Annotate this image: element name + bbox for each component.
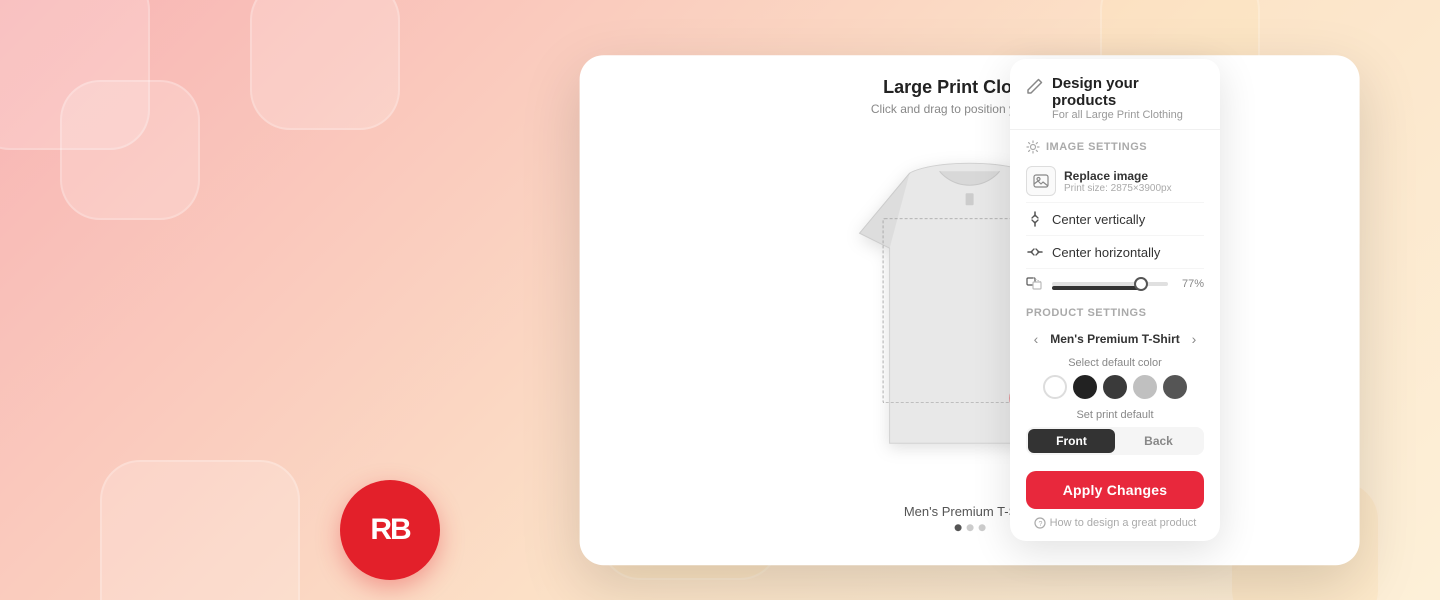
product-nav-next[interactable]: › (1184, 329, 1204, 349)
apply-changes-button[interactable]: Apply Changes (1026, 471, 1204, 509)
center-horizontally-text: Center horizontally (1052, 245, 1204, 260)
replace-image-row[interactable]: Replace image Print size: 2875×3900px (1026, 160, 1204, 203)
help-text: How to design a great product (1050, 517, 1197, 529)
print-front-btn[interactable]: Front (1028, 429, 1115, 453)
scale-image-icon (1026, 275, 1042, 291)
product-card: Large Print Clothing Click and drag to p… (580, 55, 1360, 565)
settings-title-block: Design your products For all Large Print… (1052, 75, 1204, 121)
image-settings-label: Image settings (1026, 140, 1204, 154)
edit-icon (1026, 77, 1044, 95)
print-toggle: Front Back (1026, 427, 1204, 455)
product-nav-title: Men's Premium T-Shirt (1046, 332, 1184, 346)
dot-1[interactable] (954, 524, 961, 531)
scale-value: 77% (1176, 278, 1204, 290)
color-black[interactable] (1073, 375, 1097, 399)
product-nav: ‹ Men's Premium T-Shirt › (1026, 325, 1204, 357)
print-default-label: Set print default (1026, 409, 1204, 421)
center-vertically-row[interactable]: Center vertically (1026, 203, 1204, 236)
center-horizontally-icon (1026, 243, 1044, 261)
color-white[interactable] (1043, 375, 1067, 399)
dot-3[interactable] (978, 524, 985, 531)
rb-big-logo: RB (340, 480, 440, 580)
svg-text:?: ? (1038, 521, 1042, 528)
horizontal-center-icon (1027, 244, 1043, 260)
center-vertically-icon (1026, 210, 1044, 228)
product-nav-prev[interactable]: ‹ (1026, 329, 1046, 349)
settings-subtitle: For all Large Print Clothing (1052, 109, 1204, 121)
help-row[interactable]: ? How to design a great product (1010, 517, 1220, 529)
product-settings-label: Product settings (1026, 307, 1204, 319)
print-back-btn[interactable]: Back (1115, 429, 1202, 453)
center-horizontally-row[interactable]: Center horizontally (1026, 236, 1204, 269)
color-label: Select default color (1026, 357, 1204, 369)
replace-image-icon (1026, 166, 1056, 196)
center-vertically-text: Center vertically (1052, 212, 1204, 227)
dot-2[interactable] (966, 524, 973, 531)
slider-thumb[interactable] (1134, 277, 1148, 291)
settings-gear-icon (1026, 140, 1040, 154)
scale-slider[interactable] (1052, 282, 1168, 286)
scale-icon (1026, 275, 1044, 293)
vertical-center-icon (1027, 211, 1043, 227)
carousel-dots (954, 524, 985, 531)
image-icon (1033, 173, 1049, 189)
color-selector (1026, 375, 1204, 399)
settings-title: Design your products (1052, 75, 1204, 109)
product-settings-section: Product settings ‹ Men's Premium T-Shirt… (1010, 299, 1220, 455)
settings-header: Design your products For all Large Print… (1010, 75, 1220, 130)
replace-image-title: Replace image (1064, 169, 1172, 183)
slider-fill (1052, 286, 1141, 290)
image-settings-section: Image settings Replace image Print size:… (1010, 130, 1220, 299)
main-container: Large Print Clothing Click and drag to p… (0, 0, 1440, 600)
settings-panel: Design your products For all Large Print… (1010, 59, 1220, 541)
replace-text-block: Replace image Print size: 2875×3900px (1064, 169, 1172, 194)
scale-image-row: 77% (1026, 269, 1204, 299)
color-light-gray[interactable] (1133, 375, 1157, 399)
help-icon: ? (1034, 517, 1046, 529)
rb-big-logo-text: RB (370, 513, 409, 547)
color-dark-gray[interactable] (1103, 375, 1127, 399)
color-charcoal[interactable] (1163, 375, 1187, 399)
replace-image-sub: Print size: 2875×3900px (1064, 183, 1172, 194)
